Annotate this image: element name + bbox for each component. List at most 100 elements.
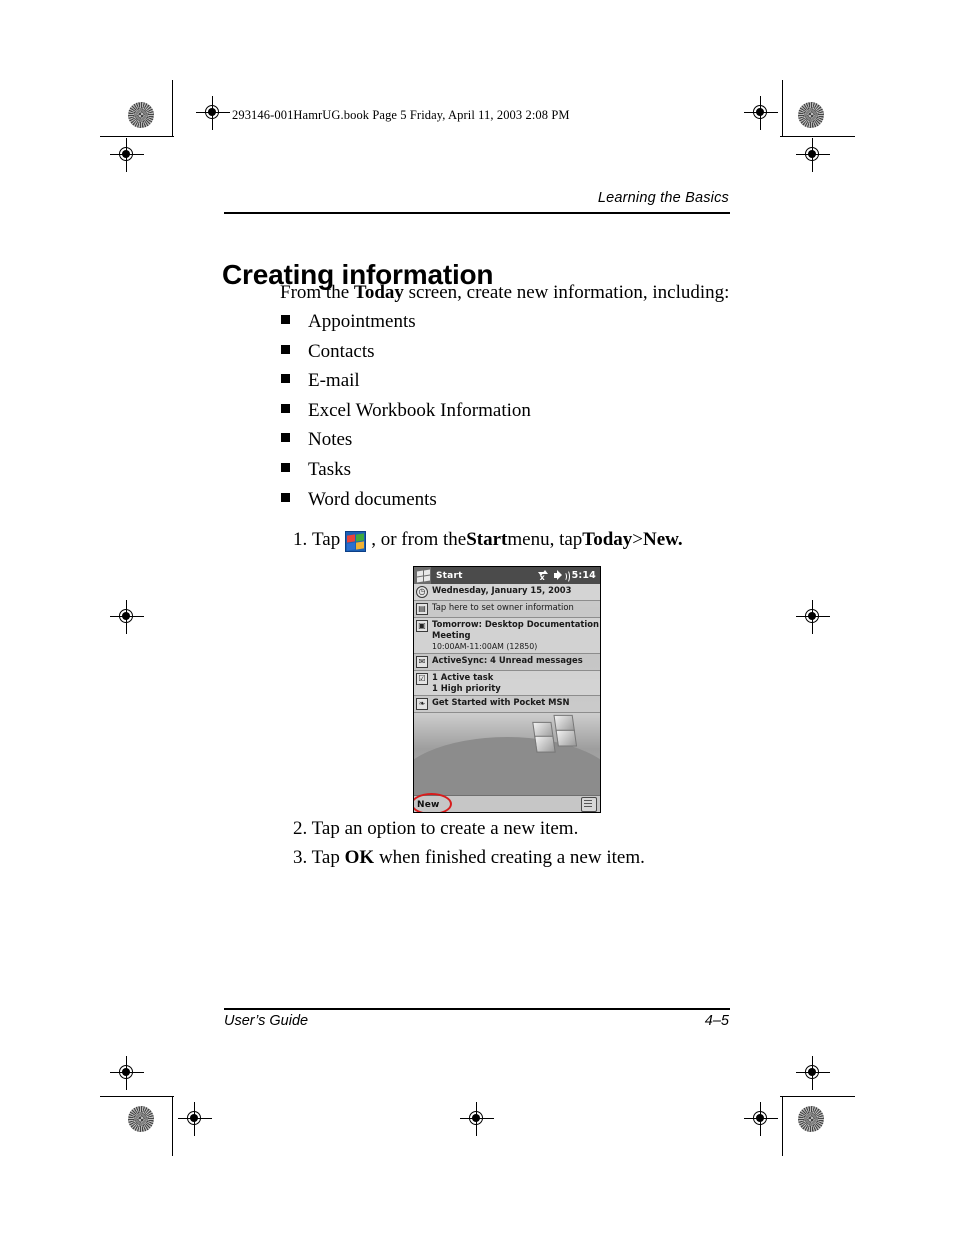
list-item-label: Contacts: [308, 340, 375, 362]
square-bullet-icon: [281, 462, 290, 472]
pocket-pc-today-screenshot: Start x 5:14 ◷ Wednesday, January 15, 20…: [413, 566, 601, 813]
annotation-ellipse-new-button: [414, 793, 452, 812]
step-1-bold-start: Start: [466, 529, 508, 550]
input-panel-icon[interactable]: [581, 797, 597, 812]
today-row-tasks[interactable]: ☑ 1 Active task 1 High priority: [414, 671, 600, 696]
clock-time[interactable]: 5:14: [572, 570, 596, 581]
registration-mark-left-upper: [110, 138, 144, 172]
registration-mark-right-middle: [796, 600, 830, 634]
owner-info-label: Tap here to set owner information: [432, 602, 574, 612]
crop-line-bottom-right-vert: [782, 1096, 783, 1156]
square-bullet-icon: [281, 433, 290, 443]
pocket-msn-icon: ❧: [414, 697, 431, 712]
tasks-priority-label: 1 High priority: [432, 683, 501, 693]
registration-mark-right-upper: [796, 138, 830, 172]
step-1-text-a: Tap: [312, 529, 341, 550]
today-row-appointment[interactable]: ▣ Tomorrow: Desktop Documentation Meetin…: [414, 618, 600, 654]
list-item: Notes: [281, 430, 701, 460]
appointment-title-line2: Meeting: [432, 630, 471, 640]
footer-document-title: User’s Guide: [224, 1013, 309, 1029]
step-1-text-c: menu, tap: [507, 529, 583, 550]
step-3-prefix: 3. Tap: [293, 847, 345, 868]
file-slug-line: 293146-001HamrUG.book Page 5 Friday, Apr…: [232, 108, 570, 122]
registration-mark-left-middle: [110, 600, 144, 634]
step-1-separator: >: [632, 529, 644, 550]
intro-bold-today: Today: [353, 282, 404, 303]
today-row-activesync[interactable]: ✉ ActiveSync: 4 Unread messages: [414, 654, 600, 671]
crop-line-top-left-vert: [172, 80, 173, 136]
list-item: Tasks: [281, 460, 701, 490]
registration-mark-bottom-right: [744, 1102, 778, 1136]
list-item: E-mail: [281, 371, 701, 401]
registration-mark-bottom-center: [460, 1102, 494, 1136]
crop-line-bottom-left-vert: [172, 1096, 173, 1156]
intro-paragraph: From the Today screen, create new inform…: [280, 282, 729, 304]
header-rule: [224, 212, 730, 214]
today-row-pocket-msn[interactable]: ❧ Get Started with Pocket MSN: [414, 696, 600, 713]
pda-title-bar: Start x 5:14: [414, 567, 600, 584]
start-flag-icon[interactable]: [414, 567, 431, 584]
list-item-label: Tasks: [308, 458, 352, 480]
crop-line-top-left: [100, 136, 174, 137]
list-item-label: Excel Workbook Information: [308, 399, 531, 421]
tasks-active-label: 1 Active task: [432, 672, 494, 682]
intro-text-after: screen, create new information, includin…: [403, 282, 730, 303]
clock-icon: ◷: [414, 585, 431, 600]
owner-info-icon: ▤: [414, 602, 431, 617]
square-bullet-icon: [281, 403, 290, 413]
step-1-number: 1.: [293, 529, 308, 550]
registration-mark-top-left: [196, 96, 230, 130]
windows-watermark-icon: [532, 711, 581, 755]
pocket-msn-label: Get Started with Pocket MSN: [432, 697, 570, 707]
footer-rule: [224, 1008, 730, 1010]
step-3: 3. Tap OK when finished creating a new i…: [293, 847, 645, 869]
feature-bullet-list: Appointments Contacts E-mail Excel Workb…: [281, 312, 701, 519]
today-row-date[interactable]: ◷ Wednesday, January 15, 2003: [414, 584, 600, 601]
square-bullet-icon: [281, 315, 290, 324]
today-date-label: Wednesday, January 15, 2003: [432, 585, 572, 595]
step-1: 1. Tap , or from the Start menu, tap Tod…: [293, 529, 683, 552]
step-2: 2. Tap an option to create a new item.: [293, 818, 579, 839]
status-tray: x 5:14: [537, 567, 596, 584]
list-item: Excel Workbook Information: [281, 401, 701, 431]
printed-page: 293146-001HamrUG.book Page 5 Friday, Apr…: [0, 0, 954, 1235]
list-item-label: Appointments: [308, 311, 416, 332]
tasks-icon: ☑: [414, 672, 431, 687]
appointment-title: Tomorrow: Desktop Documentation: [432, 619, 599, 629]
crop-line-top-right-vert: [782, 80, 783, 136]
crop-line-top-right: [780, 136, 855, 137]
list-item-label: Word documents: [308, 488, 437, 510]
activesync-icon: ✉: [414, 655, 431, 670]
start-menu-label[interactable]: Start: [431, 571, 463, 581]
density-patch-top-left: [128, 102, 154, 128]
step-1-bold-today: Today: [582, 529, 633, 550]
list-item-label: Notes: [308, 429, 353, 451]
list-item-label: E-mail: [308, 370, 360, 392]
density-patch-bottom-right: [798, 1106, 824, 1132]
activesync-label: ActiveSync: 4 Unread messages: [432, 655, 583, 665]
square-bullet-icon: [281, 492, 290, 502]
step-3-bold-ok: OK: [344, 847, 375, 868]
running-head: Learning the Basics: [597, 190, 729, 206]
command-bar: New: [414, 793, 600, 812]
step-1-bold-new: New.: [643, 529, 683, 550]
registration-mark-bottom-left: [178, 1102, 212, 1136]
square-bullet-icon: [281, 344, 290, 354]
density-patch-top-right: [798, 102, 824, 128]
crop-line-bottom-right: [780, 1096, 855, 1097]
registration-mark-left-lower: [110, 1056, 144, 1090]
connection-off-icon[interactable]: x: [537, 570, 550, 582]
square-bullet-icon: [281, 374, 290, 384]
appointment-time: 10:00AM-11:00AM (12850): [432, 642, 538, 651]
today-row-owner[interactable]: ▤ Tap here to set owner information: [414, 601, 600, 618]
windows-start-logo-icon: [345, 530, 367, 552]
footer-page-number: 4–5: [704, 1013, 729, 1029]
registration-mark-right-lower: [796, 1056, 830, 1090]
density-patch-bottom-left: [128, 1106, 154, 1132]
wallpaper-hill: [414, 737, 600, 797]
calendar-icon: ▣: [414, 619, 431, 634]
intro-text-before: From the: [280, 282, 354, 303]
speaker-icon[interactable]: [553, 570, 570, 583]
step-3-suffix: when finished creating a new item.: [374, 847, 645, 868]
list-item: Appointments: [281, 312, 701, 342]
